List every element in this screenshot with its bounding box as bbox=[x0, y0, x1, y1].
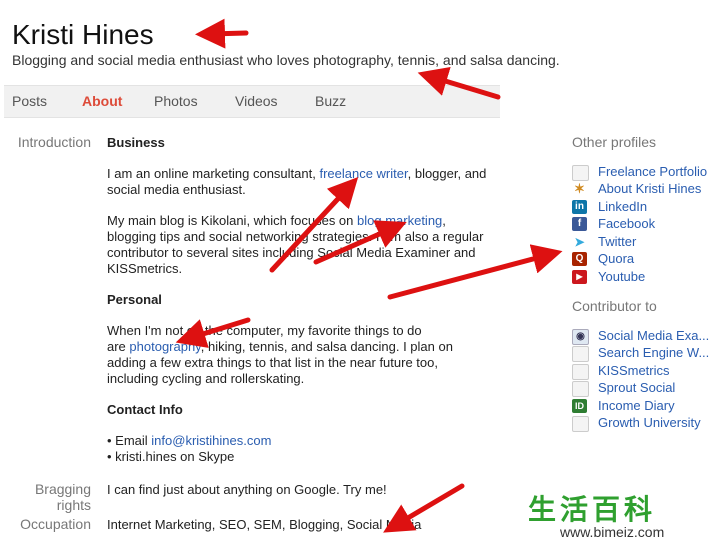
occupation-value: Internet Marketing, SEO, SEM, Blogging, … bbox=[107, 517, 422, 532]
contributor-link-label[interactable]: Income Diary bbox=[598, 398, 675, 413]
tab-about[interactable]: About bbox=[82, 93, 122, 109]
twitter-icon: ➤ bbox=[574, 235, 585, 249]
photography-link[interactable]: photography bbox=[129, 339, 200, 354]
profile-name: Kristi Hines bbox=[12, 19, 154, 50]
contact-skype: • kristi.hines on Skype bbox=[107, 449, 235, 464]
arrow-to-other-profiles bbox=[387, 244, 563, 300]
business-text: My main blog is Kikolani, which focuses … bbox=[107, 213, 358, 228]
contact-heading: Contact Info bbox=[107, 402, 183, 417]
contributor-heading: Contributor to bbox=[572, 298, 657, 314]
linkedin-icon: in bbox=[572, 200, 587, 214]
profile-link-label[interactable]: Twitter bbox=[598, 234, 636, 249]
tab-photos[interactable]: Photos bbox=[154, 93, 198, 109]
business-text: , blogger, and bbox=[407, 166, 487, 181]
butterfly-icon: ✶ bbox=[574, 181, 585, 196]
personal-heading: Personal bbox=[107, 292, 162, 307]
income-diary-icon: ID bbox=[572, 399, 587, 413]
contributor-link-label[interactable]: Sprout Social bbox=[598, 380, 675, 395]
contributor-link-label[interactable]: Social Media Exa... bbox=[598, 328, 709, 343]
profile-link-label[interactable]: About Kristi Hines bbox=[598, 181, 701, 196]
personal-text: , hiking, tennis, and salsa dancing. I p… bbox=[200, 339, 453, 354]
personal-line3: adding a few extra things to that list i… bbox=[107, 355, 438, 370]
email-link[interactable]: info@kristihines.com bbox=[151, 433, 271, 448]
bragging-value: I can find just about anything on Google… bbox=[107, 482, 387, 497]
watermark-url: www.bimeiz.com bbox=[560, 524, 665, 540]
facebook-icon: f bbox=[572, 217, 587, 231]
business-paragraph-2-line1: My main blog is Kikolani, which focuses … bbox=[107, 213, 446, 229]
business-heading: Business bbox=[107, 135, 165, 150]
page-icon bbox=[572, 416, 589, 432]
profile-link-label[interactable]: Quora bbox=[598, 251, 634, 266]
tab-videos[interactable]: Videos bbox=[235, 93, 278, 109]
contact-email-prefix: • Email bbox=[107, 433, 152, 448]
page-icon bbox=[572, 381, 589, 397]
page-icon bbox=[572, 364, 589, 380]
business-text: , bbox=[442, 213, 446, 228]
personal-line2: are photography, hiking, tennis, and sal… bbox=[107, 339, 453, 355]
profile-tabs: Posts About Photos Videos Buzz bbox=[4, 85, 500, 118]
bragging-label-line2: rights bbox=[56, 497, 91, 513]
personal-line1: When I'm not on the computer, my favorit… bbox=[107, 323, 422, 338]
page-icon bbox=[572, 165, 589, 181]
business-paragraph-2-line2: blogging tips and social networking stra… bbox=[107, 229, 484, 244]
occupation-label: Occupation bbox=[20, 516, 91, 532]
sme-icon: ◉ bbox=[572, 329, 589, 345]
business-paragraph-1-line1: I am an online marketing consultant, fre… bbox=[107, 166, 486, 182]
watermark-chinese: 生活百科 bbox=[528, 493, 657, 526]
profile-link-label[interactable]: Youtube bbox=[598, 269, 645, 284]
contributor-link-label[interactable]: KISSmetrics bbox=[598, 363, 670, 378]
personal-line4: including cycling and rollerskating. bbox=[107, 371, 305, 386]
introduction-label: Introduction bbox=[17, 134, 91, 150]
tab-buzz[interactable]: Buzz bbox=[315, 93, 346, 109]
blog-marketing-link[interactable]: blog marketing bbox=[357, 213, 442, 228]
contributor-link-label[interactable]: Search Engine W... bbox=[598, 345, 709, 360]
youtube-icon: ▶ bbox=[572, 270, 587, 284]
business-paragraph-2-line3: contributor to several sites including S… bbox=[107, 245, 476, 260]
tab-posts[interactable]: Posts bbox=[12, 93, 47, 109]
personal-text: are bbox=[107, 339, 130, 354]
profile-link-label[interactable]: Facebook bbox=[598, 216, 655, 231]
profile-link-label[interactable]: Freelance Portfolio bbox=[598, 164, 707, 179]
page-icon bbox=[572, 346, 589, 362]
business-paragraph-1-line2: social media enthusiast. bbox=[107, 182, 246, 197]
bragging-label-line1: Bragging bbox=[34, 481, 91, 497]
quora-icon: Q bbox=[572, 252, 587, 266]
contributor-link-label[interactable]: Growth University bbox=[598, 415, 701, 430]
profile-link-label[interactable]: LinkedIn bbox=[598, 199, 647, 214]
profile-tagline: Blogging and social media enthusiast who… bbox=[12, 52, 560, 68]
freelance-writer-link[interactable]: freelance writer bbox=[319, 166, 407, 181]
business-paragraph-2-line4: KISSmetrics. bbox=[107, 261, 183, 276]
contact-email-line: • Email info@kristihines.com bbox=[107, 433, 271, 449]
arrow-to-name bbox=[195, 18, 249, 49]
other-profiles-heading: Other profiles bbox=[572, 134, 657, 150]
business-text: I am an online marketing consultant, bbox=[107, 166, 320, 181]
